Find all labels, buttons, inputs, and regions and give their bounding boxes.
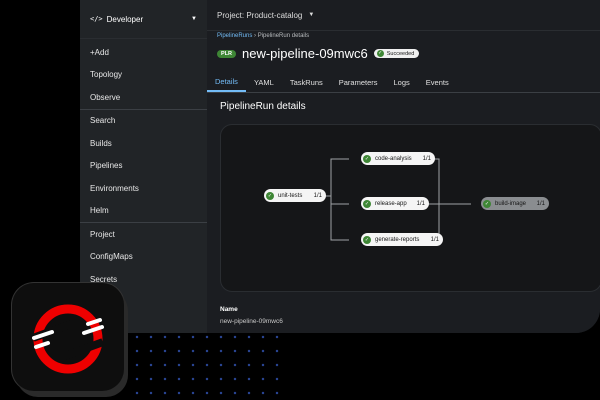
tab-yaml[interactable]: YAML (246, 72, 282, 92)
connector-line (324, 195, 349, 205)
sidebar-item-helm[interactable]: Helm (80, 200, 207, 223)
task-node-release-app[interactable]: ✓ release-app 1/1 (361, 197, 429, 210)
sidebar-item-topology[interactable]: Topology (80, 64, 207, 87)
caret-down-icon: ▼ (191, 16, 197, 22)
code-icon: </> (90, 15, 103, 23)
breadcrumb-link-pipelineruns[interactable]: PipelineRuns (217, 33, 252, 39)
connector-line (421, 158, 471, 205)
status-badge: ✓ Succeeded (373, 49, 420, 58)
sidebar-item-search[interactable]: Search (80, 110, 207, 133)
check-circle-icon: ✓ (363, 199, 371, 208)
sidebar-item-add[interactable]: +Add (80, 41, 207, 64)
tab-bar: Details YAML TaskRuns Parameters Logs Ev… (207, 72, 600, 93)
openshift-logo (12, 283, 124, 391)
task-label: build-image (495, 200, 527, 207)
task-label: unit-tests (278, 192, 303, 199)
tab-taskruns[interactable]: TaskRuns (282, 72, 331, 92)
check-circle-icon: ✓ (376, 50, 384, 57)
openshift-logo-icon (31, 304, 105, 374)
task-label: release-app (375, 200, 407, 207)
tab-logs[interactable]: Logs (386, 72, 418, 92)
dot-pattern (130, 330, 280, 400)
sidebar-item-configmaps[interactable]: ConfigMaps (80, 246, 207, 269)
caret-down-icon: ▼ (308, 12, 315, 18)
check-circle-icon: ✓ (363, 235, 371, 244)
task-count: 1/1 (313, 192, 322, 199)
sidebar-item-observe[interactable]: Observe (80, 86, 207, 109)
sidebar-item-project[interactable]: Project (80, 223, 207, 246)
connector-line (324, 158, 349, 197)
breadcrumb-current: PipelineRun details (257, 33, 310, 39)
task-node-code-analysis[interactable]: ✓ code-analysis 1/1 (361, 152, 435, 165)
pipeline-graph: ✓ unit-tests 1/1 ✓ code-analysis 1/1 ✓ r… (220, 124, 600, 292)
task-count: 1/1 (536, 200, 545, 207)
name-field-label: Name (220, 306, 238, 313)
sidebar-item-pipelines[interactable]: Pipelines (80, 155, 207, 178)
resource-kind-badge: PLR (217, 49, 236, 58)
task-count: 1/1 (430, 236, 439, 243)
task-node-unit-tests[interactable]: ✓ unit-tests 1/1 (264, 189, 326, 202)
status-label: Succeeded (386, 50, 415, 57)
perspective-switcher[interactable]: </> Developer ▼ (80, 0, 207, 39)
sidebar-item-environments[interactable]: Environments (80, 177, 207, 200)
task-count: 1/1 (416, 200, 425, 207)
task-label: code-analysis (375, 155, 412, 162)
task-node-build-image[interactable]: ✓ build-image 1/1 (481, 197, 549, 210)
breadcrumb: PipelineRuns › PipelineRun details (217, 33, 309, 39)
section-title: PipelineRun details (220, 101, 306, 112)
task-count: 1/1 (422, 155, 431, 162)
page-title: new-pipeline-09mwc6 (242, 46, 368, 61)
page-header: PLR new-pipeline-09mwc6 ✓ Succeeded (217, 46, 420, 61)
main-content: Project: Product-catalog ▼ PipelineRuns … (207, 0, 600, 333)
tab-details[interactable]: Details (207, 72, 246, 92)
project-label: Project: Product-catalog (217, 10, 303, 20)
perspective-label: Developer (106, 14, 144, 24)
task-label: generate-reports (375, 236, 420, 243)
check-circle-icon: ✓ (483, 199, 491, 208)
tab-parameters[interactable]: Parameters (331, 72, 386, 92)
connector-line (324, 195, 349, 241)
console-window: </> Developer ▼ +Add Topology Observe Se… (80, 0, 600, 333)
sidebar-item-builds[interactable]: Builds (80, 132, 207, 155)
check-circle-icon: ✓ (363, 154, 371, 163)
tab-events[interactable]: Events (418, 72, 457, 92)
name-field-value: new-pipeline-09mwc6 (220, 318, 283, 325)
check-circle-icon: ✓ (266, 191, 274, 200)
task-node-generate-reports[interactable]: ✓ generate-reports 1/1 (361, 233, 443, 246)
project-selector[interactable]: Project: Product-catalog ▼ (207, 0, 600, 31)
